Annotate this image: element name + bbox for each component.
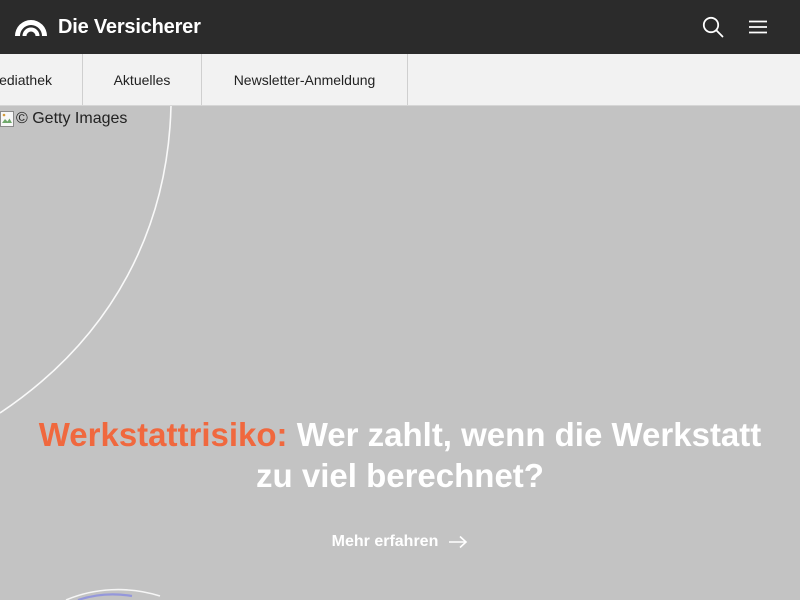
arc-logo-icon (15, 20, 47, 37)
read-more-link[interactable]: Mehr erfahren (318, 529, 482, 555)
hero-image-placeholder: © Getty Images (0, 110, 127, 128)
read-more-label: Mehr erfahren (331, 533, 439, 550)
secondary-nav: ediathek Aktuelles Newsletter-Anmeldung (0, 54, 800, 106)
nav-item-label: Aktuelles (113, 71, 171, 88)
nav-item-aktuelles[interactable]: Aktuelles (83, 54, 202, 105)
search-icon (702, 16, 724, 38)
hero-decorative-arcs (0, 106, 172, 600)
brand-logo[interactable]: Die Versicherer (14, 14, 201, 40)
hero-title-line-1: Wer zahlt, wenn die Werkstatt (296, 416, 762, 453)
nav-item-mediathek[interactable]: ediathek (0, 54, 83, 105)
hero-teaser: © Getty Images Werkstattrisiko: Wer zahl… (0, 106, 800, 600)
hero-headline[interactable]: Werkstattrisiko: Wer zahlt, wenn die Wer… (24, 414, 776, 496)
brand-name: Die Versicherer (58, 15, 201, 38)
hamburger-menu-icon (749, 20, 767, 34)
hero-image-alt-text: © Getty Images (16, 110, 128, 127)
nav-item-label: Newsletter-Anmeldung (233, 71, 376, 88)
nav-item-newsletter[interactable]: Newsletter-Anmeldung (202, 54, 408, 105)
menu-button[interactable] (745, 14, 771, 40)
site-header: Die Versicherer (0, 0, 800, 54)
broken-image-icon (0, 111, 14, 127)
arrow-right-icon (449, 535, 468, 549)
hero-topic: Werkstattrisiko: (38, 416, 288, 453)
nav-item-label: ediathek (0, 71, 52, 88)
search-button[interactable] (700, 14, 726, 40)
hero-title-line-2: zu viel berechnet? (256, 457, 544, 494)
